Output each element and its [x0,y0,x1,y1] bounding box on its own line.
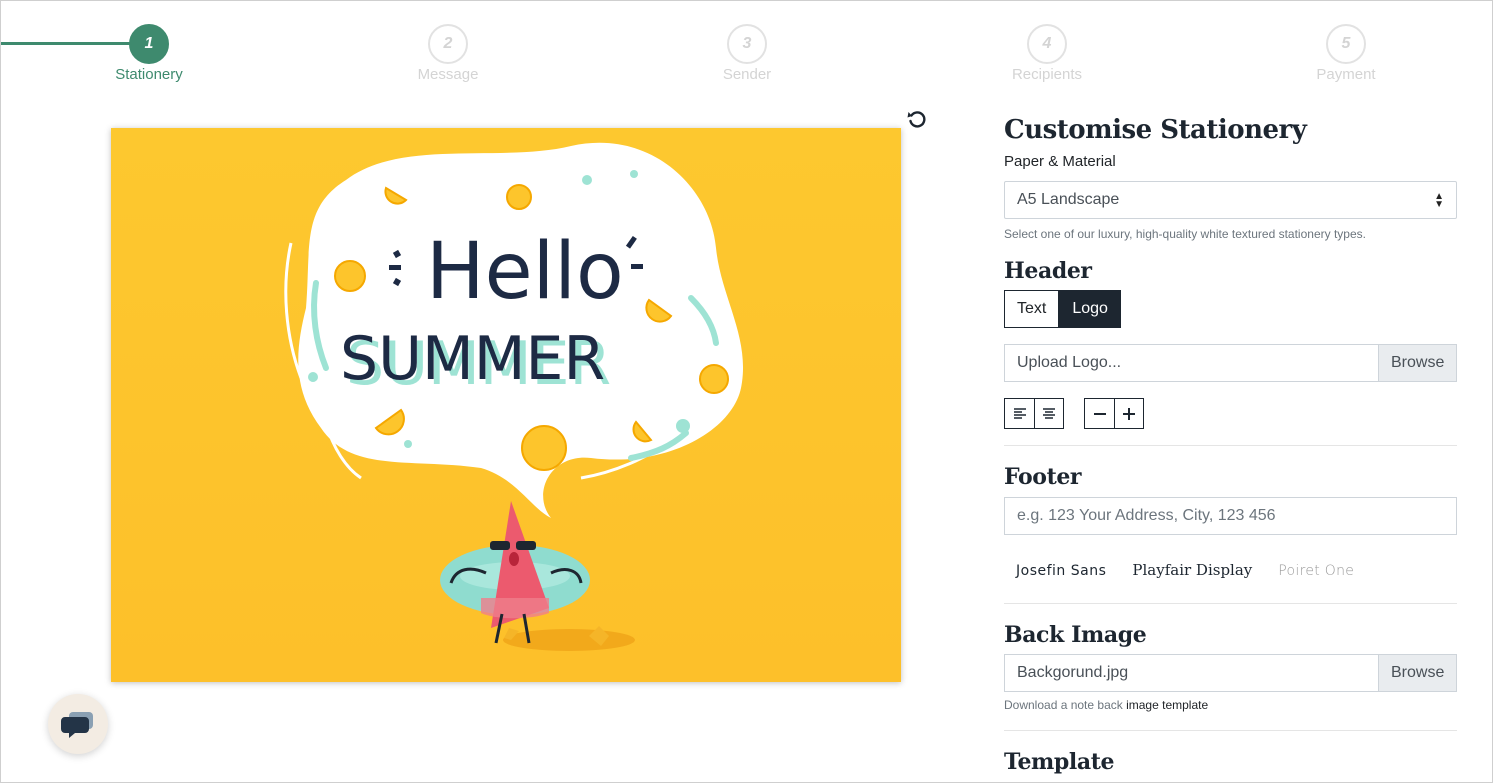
header-type-toggle: Text Logo [1004,290,1457,328]
progress-stepper: 1 Stationery 2 Message 3 Sender 4 Recipi… [1,1,1493,96]
minus-icon[interactable] [1085,399,1114,428]
paper-select[interactable]: A5 Landscape ▲ ▼ [1004,181,1457,219]
header-logo-option[interactable]: Logo [1059,290,1121,328]
paper-hint: Select one of our luxury, high-quality w… [1004,227,1366,241]
font-options: Josefin Sans Playfair Display Poiret One [1004,561,1457,579]
step-message[interactable]: 2 Message [368,24,528,83]
step-number: 3 [727,24,767,64]
card-line2: SUMMER [340,324,605,394]
logo-controls [1004,398,1457,429]
divider [1004,445,1457,446]
step-number: 2 [428,24,468,64]
paper-label: Paper & Material [1004,153,1116,170]
size-buttons [1084,398,1144,429]
logo-upload: Upload Logo... Browse [1004,344,1457,382]
header-text-option[interactable]: Text [1004,290,1060,328]
back-image-hint: Download a note back image template [1004,698,1457,712]
image-template-link[interactable]: image template [1126,698,1208,712]
footer-section-title: Footer [1004,464,1082,490]
step-label: Stationery [115,66,183,83]
back-image-hint-text: Download a note back [1004,698,1123,712]
step-sender[interactable]: 3 Sender [667,24,827,83]
step-number: 1 [129,24,169,64]
page-title: Customise Stationery [1004,115,1307,145]
step-recipients[interactable]: 4 Recipients [967,24,1127,83]
card-line1: Hello [426,227,624,317]
font-option-playfair[interactable]: Playfair Display [1132,561,1252,579]
footer-input[interactable]: e.g. 123 Your Address, City, 123 456 [1004,497,1457,535]
font-option-poiret[interactable]: Poiret One [1278,563,1354,579]
divider [1004,730,1457,731]
step-number: 4 [1027,24,1067,64]
rotate-ccw-icon[interactable] [905,107,929,131]
align-left-icon[interactable] [1005,399,1034,428]
align-center-icon[interactable] [1034,399,1063,428]
step-payment[interactable]: 5 Payment [1266,24,1426,83]
step-label: Message [417,66,479,83]
plus-icon[interactable] [1114,399,1143,428]
paper-select-value: A5 Landscape [1017,191,1120,208]
font-option-josefin[interactable]: Josefin Sans [1016,563,1106,579]
back-image-section-title: Back Image [1004,622,1147,648]
step-number: 5 [1326,24,1366,64]
chat-bubble-icon[interactable] [48,694,108,754]
back-image-upload: Backgorund.jpg Browse [1004,654,1457,692]
template-section-title: Template [1004,749,1115,775]
header-section-title: Header [1004,258,1092,284]
divider [1004,603,1457,604]
logo-browse-button[interactable]: Browse [1378,344,1457,382]
step-label: Sender [722,66,772,83]
back-image-field[interactable]: Backgorund.jpg [1004,654,1378,692]
sort-arrows-icon: ▲ ▼ [1434,191,1444,210]
step-label: Recipients [1011,66,1083,83]
step-label: Payment [1316,66,1376,83]
customise-panel: Customise Stationery Paper & Material A5… [1004,115,1457,775]
step-stationery[interactable]: 1 Stationery [69,24,229,83]
stationery-preview: Hello SUMMER SUMMER [111,128,901,682]
alignment-buttons [1004,398,1064,429]
logo-upload-field[interactable]: Upload Logo... [1004,344,1378,382]
back-image-browse-button[interactable]: Browse [1378,654,1457,692]
